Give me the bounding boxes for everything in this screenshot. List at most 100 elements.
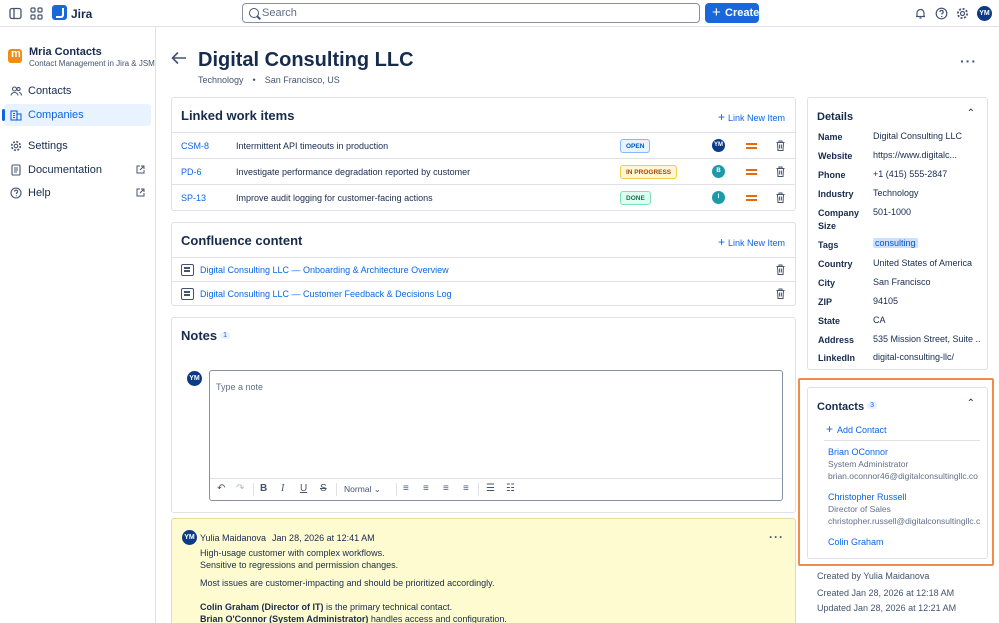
gear-icon	[10, 140, 22, 152]
company-industry: Technology	[198, 75, 244, 85]
toolbar-divider	[478, 483, 479, 496]
people-icon	[10, 86, 22, 96]
building-icon	[10, 110, 22, 121]
contact-name[interactable]: Brian OConnor	[828, 447, 888, 457]
status-badge: IN PROGRESS	[620, 165, 678, 179]
link-new-item-button[interactable]: + Link New Item	[718, 235, 785, 249]
sidebar-toggle-icon[interactable]	[9, 7, 22, 20]
more-actions-icon[interactable]: ···	[960, 53, 977, 69]
numbered-list-icon[interactable]: ☷	[506, 483, 515, 494]
detail-value: CA	[873, 315, 886, 325]
detail-value: United States of America	[873, 258, 973, 268]
card-title: Linked work items	[181, 108, 295, 123]
sidebar-item-settings[interactable]: Settings	[4, 135, 151, 157]
page-title: Digital Consulting LLC	[198, 49, 414, 71]
company-subtitle: Technology • San Francisco, US	[198, 75, 340, 85]
detail-label: Industry	[818, 189, 854, 199]
confluence-page-row[interactable]: Digital Consulting LLC — Onboarding & Ar…	[172, 257, 795, 281]
contact-name[interactable]: Christopher Russell	[828, 492, 907, 502]
priority-medium-icon	[746, 169, 757, 175]
contacts-highlight-frame: Contacts 3 ⌃ + Add Contact Brian OConnor S…	[798, 378, 994, 566]
note-author: Yulia Maidanova	[200, 533, 267, 543]
note-line: Colin Graham (Director of IT) is the pri…	[200, 602, 453, 612]
status-badge: OPEN	[620, 139, 651, 153]
collapse-chevron-icon[interactable]: ⌃	[967, 108, 975, 119]
confluence-page-row[interactable]: Digital Consulting LLC — Customer Feedba…	[172, 281, 795, 305]
text-style-dropdown[interactable]: Normal ⌄	[344, 484, 381, 495]
add-contact-button[interactable]: + Add Contact	[826, 422, 887, 436]
justify-icon[interactable]: ≡	[463, 483, 469, 494]
redo-icon[interactable]: ↷	[236, 483, 244, 494]
sidebar-item-contacts[interactable]: Contacts	[4, 80, 151, 102]
detail-label: City	[818, 278, 836, 288]
trash-icon[interactable]	[776, 192, 785, 203]
confluence-content-card: Confluence content + Link New Item Digita…	[171, 222, 796, 306]
plus-icon: +	[826, 422, 834, 436]
detail-value: 535 Mission Street, Suite ...	[873, 334, 981, 344]
create-button[interactable]: + Create	[705, 3, 759, 23]
help-icon[interactable]	[935, 7, 948, 20]
editor-toolbar: ↶ ↷ B I U S Normal ⌄ ≡ ≡ ≡ ≡ ☰ ☷	[210, 478, 782, 500]
contact-role: System Administrator	[828, 459, 909, 469]
trash-icon[interactable]	[776, 264, 785, 275]
bold-icon[interactable]: B	[260, 483, 267, 494]
work-item-key[interactable]: CSM-8	[181, 141, 209, 151]
link-new-item-button[interactable]: + Link New Item	[718, 110, 785, 124]
confluence-page-link[interactable]: Digital Consulting LLC — Customer Feedba…	[200, 289, 452, 299]
jira-app-name[interactable]: Jira	[71, 7, 92, 21]
align-right-icon[interactable]: ≡	[443, 483, 449, 494]
underline-icon[interactable]: U	[300, 483, 307, 494]
contact-role: Director of Sales	[828, 504, 891, 514]
align-center-icon[interactable]: ≡	[423, 483, 429, 494]
detail-label: Country	[818, 259, 853, 269]
back-arrow-icon[interactable]	[171, 51, 187, 65]
updated-date: Updated Jan 28, 2026 at 12:21 AM	[817, 603, 957, 613]
contact-name[interactable]: Colin Graham	[828, 537, 884, 547]
created-by: Created by Yulia Maidanova	[817, 571, 930, 581]
search-input[interactable]: Search	[242, 3, 700, 23]
sidebar: Mria Contacts Contact Management in Jira…	[0, 27, 156, 623]
notes-count-badge: 1	[220, 332, 231, 339]
detail-value: 94105	[873, 296, 899, 306]
collapse-chevron-icon[interactable]: ⌃	[967, 398, 975, 409]
sidebar-item-help[interactable]: Help	[4, 182, 151, 204]
app-logo-icon	[8, 48, 22, 63]
jira-logo-icon[interactable]	[52, 5, 67, 20]
plus-icon: +	[717, 110, 725, 124]
notifications-icon[interactable]	[914, 7, 927, 20]
app-switcher-icon[interactable]	[30, 7, 43, 20]
detail-label: LinkedIn	[818, 353, 856, 363]
work-item-key[interactable]: PD-6	[181, 167, 202, 177]
work-item-row[interactable]: SP-13 Improve audit logging for customer…	[172, 184, 795, 210]
strikethrough-icon[interactable]: S	[320, 483, 327, 494]
undo-icon[interactable]: ↶	[217, 483, 225, 494]
settings-gear-icon[interactable]	[956, 7, 969, 20]
detail-value[interactable]: digital-consulting-llc/	[873, 352, 981, 362]
detail-label: Website	[818, 151, 853, 161]
work-item-row[interactable]: PD-6 Investigate performance degradation…	[172, 158, 795, 184]
work-item-key[interactable]: SP-13	[181, 193, 206, 203]
work-item-row[interactable]: CSM-8 Intermittent API timeouts in produ…	[172, 132, 795, 158]
trash-icon[interactable]	[776, 140, 785, 151]
confluence-page-link[interactable]: Digital Consulting LLC — Onboarding & Ar…	[200, 265, 449, 275]
contacts-count-badge: 3	[867, 402, 877, 409]
user-avatar[interactable]: YM	[977, 6, 992, 21]
detail-value[interactable]: https://www.digitalc...	[873, 150, 981, 160]
align-left-icon[interactable]: ≡	[403, 483, 409, 494]
note-editor[interactable]: Type a note ↶ ↷ B I U S Normal ⌄ ≡ ≡ ≡ ≡…	[209, 370, 783, 501]
note-line: Most issues are customer-impacting and s…	[200, 578, 495, 588]
sidebar-item-companies[interactable]: Companies	[2, 104, 151, 126]
card-title: Contacts 3	[817, 401, 877, 413]
tag-chip: consulting	[873, 238, 918, 248]
trash-icon[interactable]	[776, 288, 785, 299]
sidebar-item-documentation[interactable]: Documentation	[4, 159, 151, 181]
note-entry: YM Yulia Maidanova Jan 28, 2026 at 12:41 …	[171, 518, 796, 623]
trash-icon[interactable]	[776, 166, 785, 177]
toolbar-divider	[336, 483, 337, 496]
top-navigation: Jira Search + Create YM	[0, 0, 999, 27]
note-more-icon[interactable]: ···	[769, 530, 784, 544]
italic-icon[interactable]: I	[281, 483, 284, 494]
detail-label: State	[818, 316, 841, 326]
bullet-list-icon[interactable]: ☰	[486, 483, 495, 494]
toolbar-divider	[396, 483, 397, 496]
